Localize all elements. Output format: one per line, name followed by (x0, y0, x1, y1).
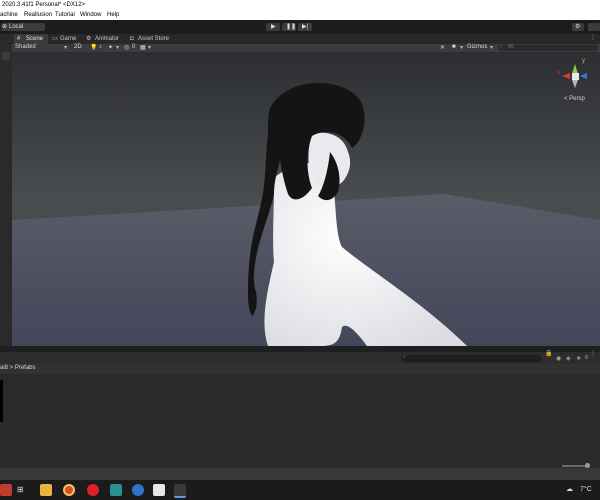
tab-scene-label: Scene (26, 36, 44, 42)
step-icon: ▶| (302, 24, 309, 30)
grid-icon[interactable]: ▦ (140, 44, 146, 51)
search-placeholder: All (508, 44, 514, 50)
project-assets-panel[interactable] (0, 374, 600, 468)
scene-search-input[interactable]: ⌕ All (498, 44, 598, 51)
hierarchy-menu-button[interactable] (2, 52, 10, 60)
hidden-count: 0 (132, 44, 136, 50)
unity-editor-icon[interactable] (174, 484, 186, 498)
hierarchy-panel (0, 34, 12, 346)
animator-tab-icon: ⚙ (86, 36, 92, 42)
pause-button[interactable]: ❚❚ (282, 23, 296, 31)
settings-button[interactable]: ⚙ (572, 23, 584, 31)
menu-item-tutorial[interactable]: Tutorial (55, 12, 75, 18)
gizmo-x-label: x (557, 70, 560, 76)
tab-asset-store[interactable]: ◘ Asset Store (130, 34, 180, 44)
pivot-rotation-button[interactable]: ⊕ Local (1, 23, 45, 31)
tab-menu-icon[interactable]: ⋮ (590, 34, 596, 41)
scene-toolbar: Shaded ▾ 2D 💡 ♪ ✦ ▾ ◎ 0 ▦ ▾ ✕ ■ ▾ Gizmos… (12, 44, 600, 52)
effects-dropdown-icon[interactable]: ▾ (116, 44, 119, 51)
window-title-bar: 2020.3.41f1 Personal* <DX12> (0, 0, 600, 11)
chevron-down-icon: ▾ (64, 45, 68, 51)
gizmo-y-label: y (582, 58, 585, 64)
app-icon-partial[interactable] (0, 484, 12, 496)
menu-dots-icon[interactable]: ⋮ (590, 350, 596, 357)
project-hidden-count: 8 (585, 355, 588, 361)
camera-icon[interactable]: ■ (452, 44, 456, 50)
project-toolbar: 🔒 ⋮ ⌕ ◉ ◈ ★ 8 (0, 350, 600, 364)
main-toolbar: ⊕ Local ▶ ❚❚ ▶| ⚙ (0, 20, 600, 34)
menu-item-help[interactable]: Help (107, 12, 119, 18)
visibility-icon[interactable]: ◎ (124, 44, 129, 51)
scene-viewport[interactable]: y x < Persp (12, 52, 600, 346)
chrome-icon[interactable] (63, 484, 75, 496)
pivot-label: Local (9, 24, 24, 30)
gear-icon: ⚙ (575, 24, 581, 30)
asset-store-tab-icon: ◘ (130, 36, 134, 42)
play-button[interactable]: ▶ (266, 23, 280, 31)
effects-icon[interactable]: ✦ (108, 44, 113, 51)
scene-tab-icon: # (17, 36, 21, 42)
grid-dropdown-icon[interactable]: ▾ (148, 44, 151, 51)
window-title: 2020.3.41f1 Personal* <DX12> (2, 2, 86, 8)
tab-game[interactable]: ▭ Game (52, 34, 80, 44)
2d-toggle[interactable]: 2D (74, 44, 82, 50)
gizmo-center (572, 73, 579, 80)
favorite-icon[interactable]: ★ (576, 355, 581, 362)
task-view-icon[interactable]: ⊞ (17, 485, 24, 494)
windows-taskbar: ⊞ ☁ 7°C (0, 480, 600, 500)
app-icon-teal[interactable] (110, 484, 122, 496)
tab-animator-label: Animator (95, 36, 120, 42)
temperature-label[interactable]: 7°C (580, 486, 592, 493)
game-tab-icon: ▭ (52, 36, 58, 42)
filter-icon[interactable]: ◉ (556, 355, 561, 362)
prefab-thumbnail[interactable] (0, 380, 3, 422)
camera-dropdown-icon[interactable]: ▾ (460, 44, 463, 51)
audio-icon[interactable]: ♪ (99, 44, 102, 50)
projection-label[interactable]: < Persp (564, 96, 585, 102)
breadcrumb: ai8 > Prefabs (0, 364, 600, 374)
menu-item-reallusion[interactable]: Reallusion (24, 12, 52, 18)
layers-button[interactable] (588, 23, 600, 31)
play-icon: ▶ (271, 24, 276, 30)
weather-icon[interactable]: ☁ (566, 485, 573, 493)
lock-icon[interactable]: 🔒 (545, 350, 552, 357)
tools-icon[interactable]: ✕ (440, 44, 445, 51)
app-icon-c[interactable] (132, 484, 144, 496)
menu-item-window[interactable]: Window (80, 12, 101, 18)
gizmos-chevron-icon: ▾ (490, 45, 494, 51)
pause-icon: ❚❚ (286, 24, 297, 30)
gizmos-dropdown[interactable]: Gizmos (467, 44, 487, 50)
tab-animator[interactable]: ⚙ Animator (84, 34, 126, 44)
project-search-input[interactable]: ⌕ (401, 354, 541, 362)
tab-scene[interactable]: # Scene (14, 34, 48, 44)
local-icon: ⊕ (2, 24, 8, 30)
breadcrumb-path[interactable]: ai8 > Prefabs (0, 365, 36, 371)
opera-icon[interactable] (87, 484, 99, 496)
tab-asset-store-label: Asset Store (138, 36, 170, 42)
menu-bar: achine Reallusion Tutorial Window Help (0, 11, 600, 20)
label-icon[interactable]: ◈ (566, 355, 571, 362)
shading-mode-dropdown[interactable]: Shaded (15, 44, 36, 50)
scene-tab-bar: # Scene ▭ Game ⚙ Animator ◘ Asset Store … (12, 34, 600, 44)
unity-hub-icon[interactable] (153, 484, 165, 496)
tab-game-label: Game (60, 36, 77, 42)
slider-handle[interactable] (585, 463, 590, 468)
project-search-icon: ⌕ (403, 354, 406, 360)
file-explorer-icon[interactable] (40, 484, 52, 496)
search-icon: ⌕ (500, 44, 503, 50)
lighting-icon[interactable]: 💡 (90, 44, 97, 51)
menu-item-machine[interactable]: achine (0, 12, 18, 18)
step-button[interactable]: ▶| (298, 23, 312, 31)
